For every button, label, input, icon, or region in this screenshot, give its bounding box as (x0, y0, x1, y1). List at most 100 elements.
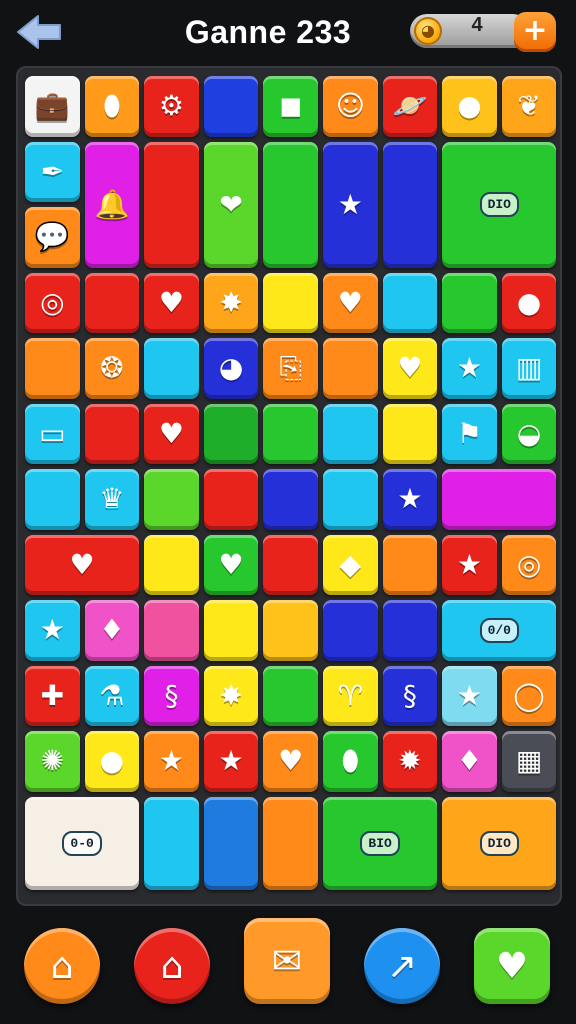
board-tile[interactable] (144, 600, 199, 661)
board-tile[interactable] (144, 534, 199, 595)
board-tile[interactable]: 🔔 (84, 141, 140, 268)
board-tile[interactable]: ★ (25, 600, 80, 661)
board-tile[interactable] (263, 272, 318, 333)
board-tile[interactable] (263, 796, 318, 890)
board-tile[interactable]: 0-0 (25, 796, 140, 890)
board-tile[interactable]: § (144, 665, 199, 726)
board-tile[interactable]: ▭ (25, 403, 80, 464)
board-tile[interactable] (144, 796, 199, 890)
board-tile[interactable] (263, 469, 318, 530)
board-tile[interactable] (263, 665, 318, 726)
board-tile[interactable]: ✹ (382, 731, 438, 792)
board-tile[interactable] (25, 469, 80, 530)
board-tile[interactable]: ◎ (501, 534, 557, 595)
board-tile[interactable]: ❦ (501, 76, 557, 137)
board-tile[interactable] (323, 338, 378, 399)
board-tile[interactable]: 💬 (25, 207, 80, 268)
board-tile[interactable]: ✺ (25, 731, 80, 792)
board-tile[interactable]: ● (442, 76, 497, 137)
board-tile[interactable]: ★ (203, 731, 259, 792)
board-tile[interactable] (323, 469, 378, 530)
board-tile[interactable] (382, 272, 438, 333)
board-tile[interactable]: ♦ (442, 731, 497, 792)
board-tile[interactable]: ⚗ (84, 665, 140, 726)
board-tile[interactable]: ✒ (25, 141, 80, 202)
board-tile[interactable]: ◯ (501, 665, 557, 726)
board-tile[interactable] (84, 272, 140, 333)
board-tile[interactable]: ♥ (323, 272, 378, 333)
board-tile[interactable] (263, 403, 318, 464)
board-tile[interactable]: BIO (323, 796, 438, 890)
board-tile[interactable]: ❂ (84, 338, 140, 399)
board-tile[interactable] (442, 272, 497, 333)
board-tile[interactable]: ✚ (25, 665, 80, 726)
board-tile[interactable]: DIO (442, 141, 557, 268)
board-tile[interactable] (323, 403, 378, 464)
board-tile[interactable]: ★ (442, 534, 497, 595)
board-tile[interactable]: ❤ (203, 141, 259, 268)
board-tile[interactable]: ⬮ (84, 76, 140, 137)
board-tile[interactable]: 🪐 (382, 76, 438, 137)
board-tile[interactable]: ★ (382, 469, 438, 530)
board-tile[interactable] (382, 600, 438, 661)
board-tile[interactable]: ▦ (501, 731, 557, 792)
board-tile[interactable]: ♛ (84, 469, 140, 530)
board-tile[interactable] (382, 534, 438, 595)
board-tile[interactable]: ♦ (84, 600, 140, 661)
board-tile[interactable]: ⬮ (323, 731, 378, 792)
board-tile[interactable]: ⚙ (144, 76, 199, 137)
back-button[interactable] (14, 12, 66, 52)
stats-nav-button[interactable]: ↗ (364, 928, 440, 1004)
board-tile[interactable]: ♥ (382, 338, 438, 399)
board-tile[interactable]: ◒ (501, 403, 557, 464)
board-tile[interactable] (203, 796, 259, 890)
board-tile[interactable] (203, 600, 259, 661)
board-tile[interactable]: 0/0 (442, 600, 557, 661)
board-tile[interactable]: ♥ (144, 272, 199, 333)
board-tile[interactable]: ◕ (203, 338, 259, 399)
board-tile[interactable]: ◎ (25, 272, 80, 333)
board-tile[interactable] (144, 141, 199, 268)
board-tile[interactable]: ⚑ (442, 403, 497, 464)
board-tile[interactable] (323, 600, 378, 661)
board-tile[interactable] (25, 338, 80, 399)
board-tile[interactable]: ☺ (323, 76, 378, 137)
board-tile[interactable] (203, 403, 259, 464)
board-tile[interactable]: 💼 (25, 76, 80, 137)
board-tile[interactable] (144, 469, 199, 530)
board-tile[interactable]: ▥ (501, 338, 557, 399)
board-tile[interactable] (203, 469, 259, 530)
board-tile[interactable]: ★ (442, 338, 497, 399)
board-tile[interactable]: ★ (144, 731, 199, 792)
home-nav-button[interactable]: ⌂ (24, 928, 100, 1004)
board-tile[interactable]: ⎘ (263, 338, 318, 399)
board-tile[interactable]: ● (501, 272, 557, 333)
board-tile[interactable] (263, 600, 318, 661)
home-alt-nav-button[interactable]: ⌂ (134, 928, 210, 1004)
board-tile[interactable] (382, 403, 438, 464)
favorite-nav-button[interactable]: ♥ (474, 928, 550, 1004)
board-tile[interactable] (442, 469, 557, 530)
board-tile[interactable]: ✸ (203, 272, 259, 333)
mail-nav-button[interactable]: ✉ (244, 918, 330, 1004)
board-tile[interactable]: ♈ (323, 665, 378, 726)
board-tile[interactable]: ♥ (263, 731, 318, 792)
board-tile[interactable] (203, 76, 259, 137)
board-tile[interactable] (263, 141, 318, 268)
board-tile[interactable]: ♥ (203, 534, 259, 595)
board-tile[interactable]: ◆ (323, 534, 378, 595)
board-tile[interactable]: ◼ (263, 76, 318, 137)
board-tile[interactable]: ★ (323, 141, 378, 268)
board-tile[interactable]: ♥ (144, 403, 199, 464)
board-tile[interactable] (144, 338, 199, 399)
add-coins-button[interactable]: + (514, 12, 556, 52)
board-tile[interactable]: DIO (442, 796, 557, 890)
board-tile[interactable]: § (382, 665, 438, 726)
board-tile[interactable]: ● (84, 731, 140, 792)
board-tile[interactable] (382, 141, 438, 268)
board-tile[interactable] (84, 403, 140, 464)
board-tile[interactable]: ★ (442, 665, 497, 726)
board-tile[interactable] (263, 534, 318, 595)
board-tile[interactable]: ✸ (203, 665, 259, 726)
board-tile[interactable]: ♥ (25, 534, 140, 595)
